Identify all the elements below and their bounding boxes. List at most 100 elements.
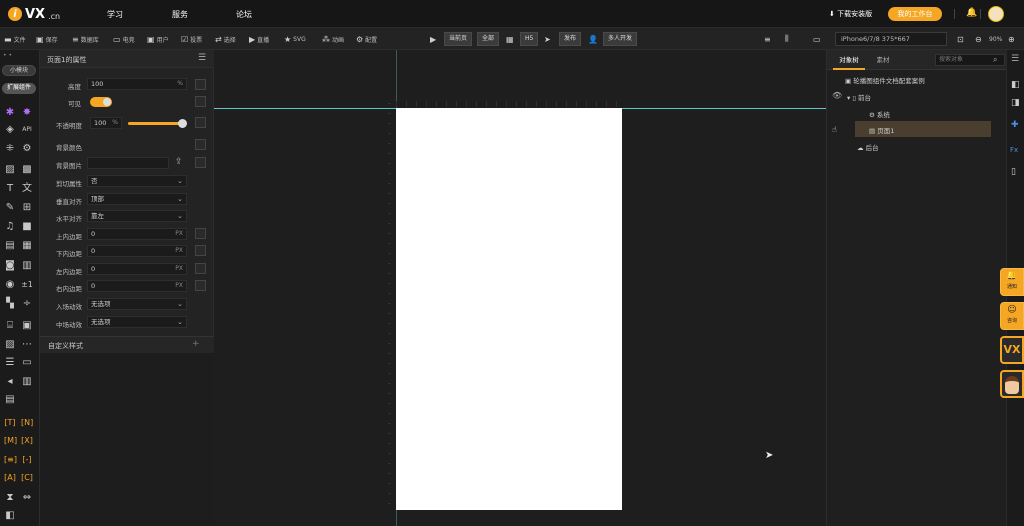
plus-icon[interactable]: + (192, 339, 200, 349)
device-select[interactable]: iPhone6/7/8 375*667 (835, 32, 947, 46)
list-icon[interactable]: ☰ (1011, 54, 1019, 64)
edit-icon[interactable]: ✎ (4, 202, 16, 214)
pad-top-input[interactable]: 0 PX (87, 228, 187, 240)
qrcode-icon[interactable]: ▦ (506, 28, 514, 50)
design-canvas[interactable]: ➤ (214, 50, 826, 526)
page-canvas[interactable] (396, 108, 622, 510)
mid-anim-select[interactable]: 无选项 ⌄ (87, 316, 187, 328)
nodes-icon[interactable]: ⁜ (4, 143, 16, 155)
link-icon[interactable] (195, 96, 206, 107)
publish-label[interactable]: 发布 (559, 32, 582, 46)
tab-objects[interactable]: 对象树 (833, 50, 865, 70)
tab-extensions[interactable]: 扩展组件 (2, 83, 36, 94)
enter-anim-select[interactable]: 无选项 ⌄ (87, 298, 187, 310)
swiper-icon[interactable]: ▭ (21, 357, 33, 369)
tab-small-modules[interactable]: 小模块 (2, 65, 36, 76)
current-page-button[interactable]: 当前页 (444, 32, 473, 46)
svg-button[interactable]: ★ SVG (284, 28, 306, 50)
panel-icon[interactable]: ▣ (21, 320, 33, 332)
puzzle-icon[interactable]: ✱ (4, 107, 16, 119)
vote-button[interactable]: ☑ 投票 (181, 28, 202, 50)
info-icon[interactable]: ◧ (1011, 80, 1020, 90)
doc-icon[interactable]: ▤ (4, 394, 16, 406)
music-icon[interactable]: ♫ (4, 221, 16, 233)
brackets-icon[interactable]: ⌸ (4, 320, 16, 332)
opacity-slider[interactable] (128, 119, 187, 128)
pager-icon[interactable]: ◂ (4, 376, 16, 388)
select-button[interactable]: ⇄ 选择 (215, 28, 236, 50)
nav-service[interactable]: 服务 (172, 9, 188, 20)
menu-icon[interactable]: ☰ (198, 53, 206, 63)
zoom-out-icon[interactable]: ⊖ (975, 28, 982, 50)
collab-button[interactable]: 多人开发 (603, 32, 638, 46)
bracket-t-icon[interactable]: [T] (4, 417, 16, 429)
logo[interactable]: i VX .cn (8, 6, 60, 22)
assistant-avatar[interactable] (1000, 370, 1024, 398)
grid-icon[interactable]: ▦ (21, 240, 33, 252)
avatar[interactable] (988, 6, 1004, 22)
tree-back[interactable]: ☁ 后台 (857, 142, 879, 152)
consult-button[interactable]: ☺ 咨询 (1000, 302, 1024, 330)
puzzle-icon[interactable]: ✚ (1011, 120, 1019, 130)
play-icon[interactable]: ▶ (430, 28, 436, 50)
tree-page[interactable]: ▤ 页面1 (869, 125, 894, 135)
tree-system[interactable]: ⚙ 系统 (869, 109, 890, 119)
video-camera-icon[interactable]: ■ (21, 221, 33, 233)
link-icon[interactable] (195, 263, 206, 274)
text-icon[interactable]: T (4, 183, 16, 195)
tree-root[interactable]: ▣ 轮播图组件文档配套案例 (845, 75, 925, 85)
bracket-m-icon[interactable]: [M] (4, 435, 17, 447)
config-button[interactable]: ⚙ 配置 (356, 28, 377, 50)
bracket-dash-icon[interactable]: [-] (21, 454, 33, 466)
pointer-icon[interactable]: ☝ (832, 125, 837, 134)
user-button[interactable]: ▣ 用户 (147, 28, 169, 50)
snippet-icon[interactable]: ◧ (4, 510, 16, 522)
fit-icon[interactable]: ⊡ (957, 28, 964, 50)
distribute-icon[interactable]: ⫼ (785, 28, 789, 50)
stepper-icon[interactable]: ±1 (21, 279, 33, 291)
link-icon[interactable] (195, 139, 206, 150)
bell-icon[interactable]: 🔔 (966, 8, 977, 18)
fx-icon[interactable]: Fx (1010, 146, 1018, 154)
share-icon[interactable]: ◨ (1011, 98, 1020, 108)
hourglass-icon[interactable]: ⧗ (4, 492, 16, 504)
notify-button[interactable]: 🔔 通知 (1000, 268, 1024, 296)
vx-button[interactable]: VX (1000, 336, 1024, 364)
custom-style-bar[interactable]: 自定义样式 + (40, 336, 214, 353)
workspace-button[interactable]: 我的工作台 (888, 7, 942, 21)
image-icon[interactable]: ▨ (4, 164, 16, 176)
flow-icon[interactable]: ⇔ (21, 492, 33, 504)
collab-icon[interactable]: 👤 (588, 28, 598, 50)
api-icon[interactable]: API (21, 124, 33, 136)
clip-select[interactable]: 否 ⌄ (87, 175, 187, 187)
pad-bottom-input[interactable]: 0 PX (87, 245, 187, 257)
image-frame-icon[interactable]: ▩ (21, 164, 33, 176)
align-icon[interactable]: ≡ (764, 28, 771, 50)
animation-button[interactable]: ⁂ 动画 (322, 28, 344, 50)
publish-button[interactable]: ➤ (544, 28, 551, 50)
translate-icon[interactable]: 文 (21, 183, 33, 195)
valign-select[interactable]: 顶部 ⌄ (87, 193, 187, 205)
bracket-list-icon[interactable]: [≡] (4, 454, 17, 466)
save-button[interactable]: ▣ 保存 (36, 28, 58, 50)
nav-forum[interactable]: 论坛 (236, 9, 252, 20)
form-icon[interactable]: ▤ (4, 240, 16, 252)
table-icon[interactable]: ▥ (21, 260, 33, 272)
link-icon[interactable] (195, 245, 206, 256)
dots-box-icon[interactable]: ⋯ (21, 339, 33, 351)
upload-icon[interactable]: ⇪ (175, 157, 183, 167)
gallery-icon[interactable]: ▨ (4, 339, 16, 351)
bracket-a-icon[interactable]: [A] (4, 472, 16, 484)
all-pages-button[interactable]: 全部 (477, 32, 500, 46)
bracket-c-icon[interactable]: [C] (21, 472, 33, 484)
esports-button[interactable]: ▭ 电竞 (113, 28, 135, 50)
height-input[interactable]: 100% (87, 78, 187, 90)
link-icon[interactable] (195, 157, 206, 168)
live-button[interactable]: ▶ 直播 (249, 28, 269, 50)
gear-icon[interactable]: ⚙ (21, 143, 33, 155)
visible-toggle[interactable] (90, 97, 112, 107)
tree-front[interactable]: ▾ ▯ 前台 (847, 92, 871, 102)
link-icon[interactable] (195, 228, 206, 239)
link-icon[interactable] (195, 280, 206, 291)
divide-icon[interactable]: ÷ (21, 298, 33, 310)
